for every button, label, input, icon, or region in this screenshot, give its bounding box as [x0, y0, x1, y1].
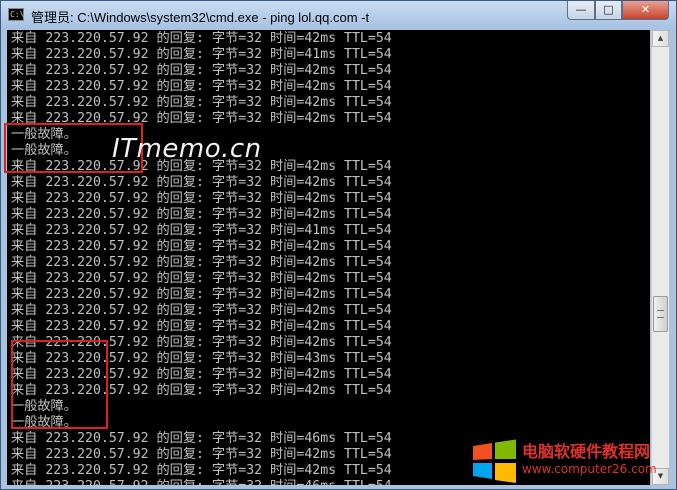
window-title: 管理员: C:\Windows\system32\cmd.exe - ping … [31, 10, 370, 25]
windows-logo-pane [473, 443, 492, 460]
console-line: 来自 223.220.57.92 的回复: 字节=32 时间=41ms TTL=… [11, 223, 392, 238]
console-line: 来自 223.220.57.92 的回复: 字节=32 时间=42ms TTL=… [11, 271, 392, 286]
console-line: 来自 223.220.57.92 的回复: 字节=32 时间=46ms TTL=… [11, 431, 392, 446]
maximize-button[interactable]: □ [595, 1, 622, 20]
console-line: 来自 223.220.57.92 的回复: 字节=32 时间=42ms TTL=… [11, 463, 392, 478]
vertical-scrollbar[interactable]: ▲ ▼ [651, 30, 669, 485]
brand-name: 电脑软硬件教程网 [522, 442, 651, 461]
watermark-text: ITmemo.cn [112, 134, 262, 164]
console-line: 来自 223.220.57.92 的回复: 字节=32 时间=42ms TTL=… [11, 447, 392, 462]
console-line: 来自 223.220.57.92 的回复: 字节=32 时间=42ms TTL=… [11, 239, 392, 254]
cmd-app-icon[interactable]: C:\ [8, 8, 24, 21]
close-button[interactable]: ✕ [622, 1, 669, 20]
windows-logo-pane [495, 439, 516, 459]
console-line: 来自 223.220.57.92 的回复: 字节=32 时间=42ms TTL=… [11, 191, 392, 206]
console-line: 来自 223.220.57.92 的回复: 字节=32 时间=42ms TTL=… [11, 31, 392, 46]
windows-logo-icon [473, 439, 516, 483]
console-line: 来自 223.220.57.92 的回复: 字节=32 时间=41ms TTL=… [11, 47, 392, 62]
console-line: 来自 223.220.57.92 的回复: 字节=32 时间=46ms TTL=… [11, 479, 392, 485]
console-line: 来自 223.220.57.92 的回复: 字节=32 时间=42ms TTL=… [11, 255, 392, 270]
windows-logo-pane [473, 463, 492, 479]
minimize-button[interactable]: — [567, 1, 595, 20]
scroll-thumb[interactable] [653, 296, 668, 332]
console-line: 来自 223.220.57.92 的回复: 字节=32 时间=42ms TTL=… [11, 79, 392, 94]
console-line: 来自 223.220.57.92 的回复: 字节=32 时间=42ms TTL=… [11, 175, 392, 190]
console-line: 来自 223.220.57.92 的回复: 字节=32 时间=42ms TTL=… [11, 207, 392, 222]
highlight-box-failure-2 [11, 340, 108, 429]
console-line: 来自 223.220.57.92 的回复: 字节=32 时间=42ms TTL=… [11, 319, 392, 334]
windows-logo-pane [495, 463, 516, 483]
brand-url: www.computer26.com [522, 462, 657, 476]
console-line: 来自 223.220.57.92 的回复: 字节=32 时间=42ms TTL=… [11, 63, 392, 78]
console-line: 来自 223.220.57.92 的回复: 字节=32 时间=42ms TTL=… [11, 287, 392, 302]
site-brand: 电脑软硬件教程网 www.computer26.com [470, 438, 670, 486]
scroll-up-button[interactable]: ▲ [652, 30, 669, 47]
console-line: 来自 223.220.57.92 的回复: 字节=32 时间=42ms TTL=… [11, 95, 392, 110]
console-line: 来自 223.220.57.92 的回复: 字节=32 时间=42ms TTL=… [11, 303, 392, 318]
